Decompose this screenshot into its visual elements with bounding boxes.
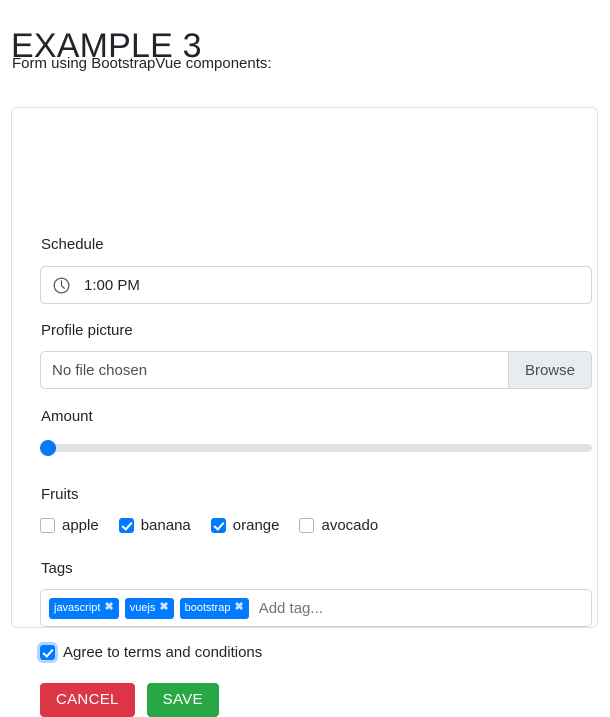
schedule-time-input[interactable]: 1:00 PM [40, 266, 592, 304]
tags-input-wrapper[interactable]: javascript ✖ vuejs ✖ bootstrap ✖ Add tag… [40, 589, 592, 627]
tag-remove-icon[interactable]: ✖ [234, 602, 243, 613]
checkbox-terms[interactable] [40, 645, 55, 660]
terms-label: Agree to terms and conditions [63, 644, 263, 661]
checkbox-label-orange: orange [232, 517, 280, 534]
slider-track [40, 444, 592, 452]
schedule-time-value: 1:00 PM [84, 276, 140, 294]
tag-text: bootstrap [184, 601, 231, 614]
checkbox-banana[interactable] [118, 518, 134, 533]
checkbox-label-banana: banana [140, 517, 191, 534]
fruits-checkbox-group: apple banana orange avocado [40, 517, 378, 534]
file-chosen-text: No file chosen [52, 361, 148, 379]
tag-remove-icon[interactable]: ✖ [104, 602, 113, 613]
slider-thumb[interactable] [40, 440, 56, 456]
browse-button[interactable]: Browse [507, 352, 591, 388]
profile-picture-file-input[interactable]: No file chosen Browse [40, 351, 592, 389]
tag-remove-icon[interactable]: ✖ [159, 602, 168, 613]
tag-text: javascript [54, 601, 101, 614]
amount-label: Amount [41, 408, 93, 425]
clock-icon [53, 277, 70, 293]
checkbox-item-banana[interactable]: banana [118, 517, 191, 534]
tag-pill: vuejs ✖ [124, 597, 174, 619]
schedule-label: Schedule [41, 236, 104, 253]
tag-text: vuejs [129, 601, 156, 614]
checkbox-item-apple[interactable]: apple [40, 517, 99, 534]
profile-picture-label: Profile picture [41, 322, 133, 339]
terms-checkbox-row[interactable]: Agree to terms and conditions [40, 644, 262, 661]
checkbox-label-avocado: avocado [321, 517, 379, 534]
checkbox-avocado[interactable] [299, 518, 315, 533]
fruits-label: Fruits [41, 486, 79, 503]
cancel-button[interactable]: CANCEL [40, 683, 135, 717]
checkbox-item-avocado[interactable]: avocado [299, 517, 378, 534]
checkbox-item-orange[interactable]: orange [210, 517, 280, 534]
page-subtitle: Form using BootstrapVue components: [12, 55, 272, 72]
amount-range-slider[interactable] [40, 437, 592, 459]
checkbox-label-apple: apple [62, 517, 99, 534]
save-button[interactable]: SAVE [146, 683, 219, 717]
form-actions: CANCEL SAVE [40, 683, 219, 717]
tag-pill: bootstrap ✖ [179, 597, 249, 619]
tags-label: Tags [41, 560, 73, 577]
form-card: Schedule 1:00 PM Profile picture No file… [11, 107, 598, 717]
checkbox-orange[interactable] [210, 518, 226, 533]
tags-add-input[interactable]: Add tag... [259, 600, 323, 617]
tag-pill: javascript ✖ [49, 597, 119, 619]
checkbox-apple[interactable] [40, 518, 55, 533]
